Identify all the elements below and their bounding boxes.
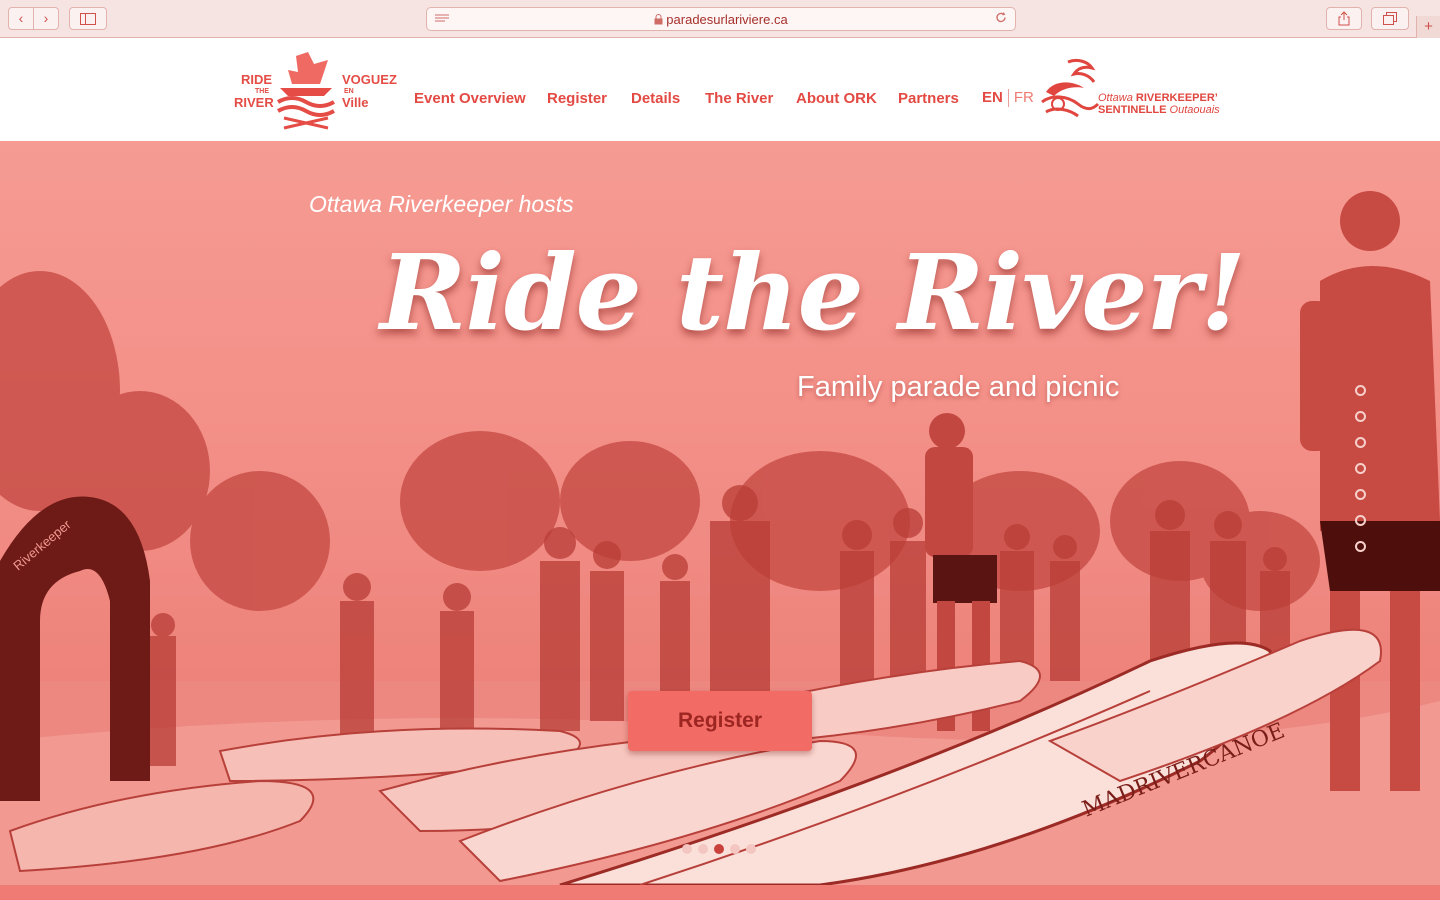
sidebar-icon — [80, 13, 96, 25]
lang-divider — [1007, 89, 1009, 108]
section-nav-dot[interactable] — [1355, 385, 1366, 396]
lang-en-link[interactable]: EN — [982, 89, 1003, 106]
nav-details[interactable]: Details — [631, 90, 680, 107]
share-button[interactable] — [1326, 7, 1362, 30]
site-header: RIDE THE RIVER VOGUEZ EN Ville Event Ove… — [0, 38, 1440, 141]
slide-dot[interactable] — [682, 844, 692, 854]
slide-dot-active[interactable] — [714, 844, 724, 854]
chevron-left-icon: ‹ — [18, 10, 24, 26]
browser-toolbar: ‹ › paradesurlariviere.ca + — [0, 0, 1440, 38]
page-bottom-strip — [0, 885, 1440, 900]
nav-partners[interactable]: Partners — [898, 90, 959, 107]
section-nav-dot[interactable] — [1355, 541, 1366, 552]
address-bar[interactable]: paradesurlariviere.ca — [426, 7, 1016, 31]
nav-event-overview[interactable]: Event Overview — [414, 90, 526, 107]
language-switcher: EN FR — [982, 89, 1034, 108]
forward-button[interactable]: › — [33, 7, 59, 30]
nav-register[interactable]: Register — [547, 90, 607, 107]
hero-subhead: Family parade and picnic — [797, 371, 1120, 403]
ride-the-river-logo[interactable]: RIDE THE RIVER VOGUEZ EN Ville — [232, 50, 398, 130]
lock-icon — [654, 14, 663, 25]
slide-dot[interactable] — [698, 844, 708, 854]
hero-headline: Ride the River! — [380, 231, 1246, 354]
new-tab-button[interactable]: + — [1416, 16, 1440, 38]
chevron-right-icon: › — [43, 10, 49, 26]
tab-overview-button[interactable] — [1371, 7, 1409, 30]
riverkeeper-emblem-icon — [1041, 58, 1100, 118]
url-text[interactable]: paradesurlariviere.ca — [427, 12, 1015, 27]
slide-dot[interactable] — [746, 844, 756, 854]
nav-about-ork[interactable]: About ORK — [796, 90, 877, 107]
section-nav-dot[interactable] — [1355, 437, 1366, 448]
nav-the-river[interactable]: The River — [705, 90, 773, 107]
lang-fr-link[interactable]: FR — [1014, 89, 1034, 106]
section-nav-dot[interactable] — [1355, 463, 1366, 474]
plus-icon: + — [1424, 18, 1433, 35]
tabs-icon — [1383, 12, 1397, 25]
hero-kicker: Ottawa Riverkeeper hosts — [309, 191, 574, 217]
section-nav-dots — [1355, 385, 1369, 567]
section-nav-dot[interactable] — [1355, 411, 1366, 422]
back-button[interactable]: ‹ — [8, 7, 34, 30]
hero-banner: Riverkeeper MADRIVERCANOE Ottawa Riverke… — [0, 141, 1440, 885]
reload-icon[interactable] — [995, 11, 1007, 27]
section-nav-dot[interactable] — [1355, 489, 1366, 500]
section-nav-dot[interactable] — [1355, 515, 1366, 526]
sailboat-icon — [277, 52, 335, 130]
sidebar-toggle-button[interactable] — [69, 7, 107, 30]
slider-pagination — [682, 841, 762, 859]
hero-register-button[interactable]: Register — [628, 691, 812, 751]
ottawa-riverkeeper-logo[interactable]: Ottawa RIVERKEEPER’ SENTINELLE Outaouais — [1038, 58, 1220, 124]
share-icon — [1338, 11, 1350, 26]
slide-dot[interactable] — [730, 844, 740, 854]
